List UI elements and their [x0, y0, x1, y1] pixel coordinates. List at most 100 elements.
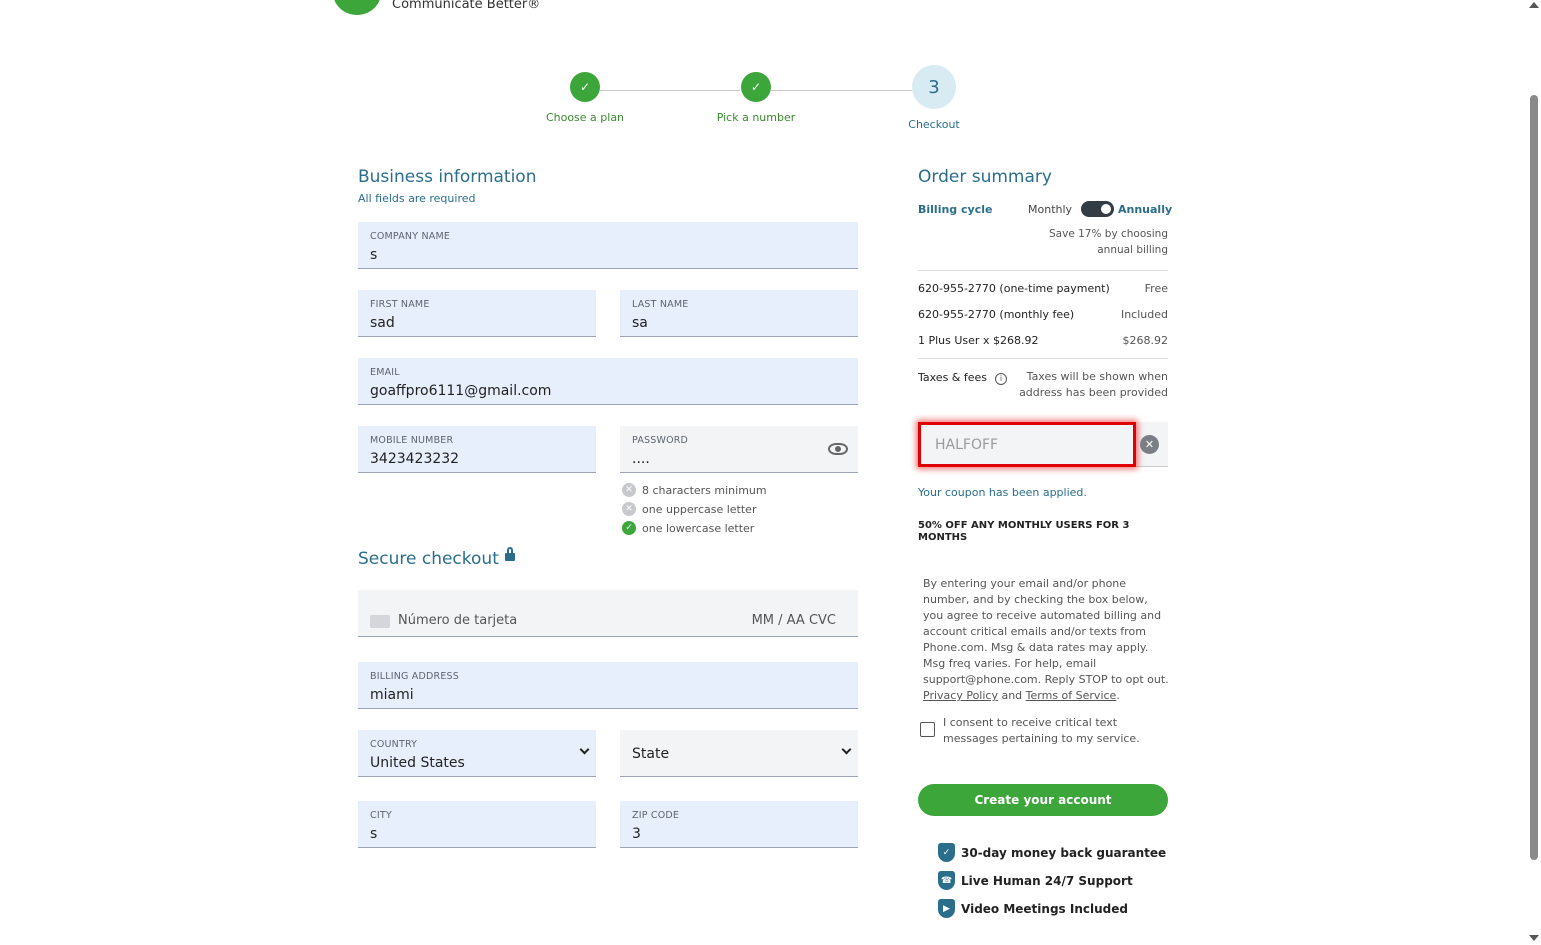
email-input[interactable]: goaffpro6111@gmail.com: [370, 383, 551, 399]
divider: [918, 270, 1168, 271]
country-select[interactable]: COUNTRY United States: [358, 730, 596, 777]
taxes-fees-text: Taxes & fees: [918, 371, 988, 384]
password-rule-text: 8 characters minimum: [642, 483, 767, 497]
required-note: All fields are required: [358, 192, 476, 205]
company-name-field[interactable]: COMPANY NAME s: [358, 222, 858, 269]
order-line-item: 620-955-2770 (monthly fee) Included: [918, 308, 1168, 321]
first-name-input[interactable]: sad: [370, 315, 395, 331]
annually-option[interactable]: Annually: [1118, 203, 1172, 216]
last-name-input[interactable]: sa: [632, 315, 648, 331]
password-rule-text: one uppercase letter: [642, 502, 757, 516]
privacy-policy-link[interactable]: Privacy Policy: [923, 689, 998, 702]
card-number-field[interactable]: Número de tarjeta MM / AA CVC: [358, 590, 858, 637]
zip-code-field[interactable]: ZIP CODE 3: [620, 801, 858, 848]
last-name-label: LAST NAME: [632, 299, 689, 310]
taxes-note-line-2: address has been provided: [1019, 386, 1168, 399]
email-field[interactable]: EMAIL goaffpro6111@gmail.com: [358, 358, 858, 405]
legal-disclaimer: By entering your email and/or phone numb…: [923, 577, 1169, 702]
company-name-label: COMPANY NAME: [370, 231, 451, 242]
city-field[interactable]: CITY s: [358, 801, 596, 848]
check-icon: ✓: [622, 521, 636, 535]
chevron-down-icon: [579, 744, 590, 755]
line-item-label: 620-955-2770 (one-time payment): [918, 282, 1110, 295]
password-rule: ✓ one lowercase letter: [622, 521, 754, 535]
logo-tagline: Communicate Better®: [392, 0, 541, 12]
perk-text: Live Human 24/7 Support: [961, 873, 1133, 888]
password-label: PASSWORD: [632, 435, 689, 446]
country-value: United States: [370, 755, 465, 771]
billing-cycle-label: Billing cycle: [918, 203, 993, 216]
step-2-label: Pick a number: [716, 111, 796, 124]
step-3-label: Checkout: [908, 118, 960, 131]
mobile-number-input[interactable]: 3423423232: [370, 451, 459, 467]
perk-item: ▶ Video Meetings Included: [938, 899, 1128, 918]
card-number-input[interactable]: Número de tarjeta: [398, 613, 517, 628]
step-2-check-icon: ✓: [741, 72, 771, 102]
clear-coupon-icon[interactable]: ✕: [1140, 435, 1159, 454]
billing-address-input[interactable]: miami: [370, 687, 414, 703]
zip-code-input[interactable]: 3: [632, 826, 641, 842]
save-note-line-1: Save 17% by choosing: [1049, 228, 1168, 240]
city-label: CITY: [370, 810, 392, 821]
coupon-applied-message: Your coupon has been applied.: [918, 486, 1087, 499]
billing-address-field[interactable]: BILLING ADDRESS miami: [358, 662, 858, 709]
password-field[interactable]: PASSWORD ....: [620, 426, 858, 473]
company-name-input[interactable]: s: [370, 247, 377, 263]
country-label: COUNTRY: [370, 739, 418, 750]
line-item-label: 1 Plus User x $268.92: [918, 334, 1039, 347]
consent-checkbox[interactable]: [920, 722, 935, 737]
divider: [918, 358, 1168, 359]
password-rule: ✕ one uppercase letter: [622, 502, 756, 516]
city-input[interactable]: s: [370, 826, 377, 842]
order-line-item: 620-955-2770 (one-time payment) Free: [918, 282, 1168, 295]
stepper-connector: [771, 90, 912, 91]
eye-icon[interactable]: [828, 443, 848, 455]
perk-item: ☎ Live Human 24/7 Support: [938, 871, 1133, 890]
perk-text: 30-day money back guarantee: [961, 845, 1167, 860]
scroll-up-icon[interactable]: [1529, 2, 1539, 8]
first-name-label: FIRST NAME: [370, 299, 430, 310]
coupon-field: ✕: [918, 422, 1168, 467]
terms-of-service-link[interactable]: Terms of Service: [1026, 689, 1117, 702]
shield-support-icon: ☎: [938, 871, 955, 890]
password-input[interactable]: ....: [632, 451, 650, 467]
coupon-input[interactable]: [918, 422, 1136, 467]
billing-address-label: BILLING ADDRESS: [370, 671, 459, 682]
email-label: EMAIL: [370, 367, 400, 378]
card-expiry-cvc[interactable]: MM / AA CVC: [752, 613, 836, 628]
password-rule: ✕ 8 characters minimum: [622, 483, 767, 497]
order-summary-title: Order summary: [918, 167, 1052, 187]
mobile-number-field[interactable]: MOBILE NUMBER 3423423232: [358, 426, 596, 473]
zip-code-label: ZIP CODE: [632, 810, 680, 821]
stepper-connector: [600, 90, 740, 91]
scrollbar[interactable]: [1527, 0, 1541, 945]
perk-item: ✓ 30-day money back guarantee: [938, 843, 1166, 862]
taxes-fees-label: Taxes & fees i: [918, 371, 1008, 385]
monthly-option[interactable]: Monthly: [1028, 203, 1072, 216]
scroll-down-icon[interactable]: [1529, 935, 1539, 941]
order-line-item: 1 Plus User x $268.92 $268.92: [918, 334, 1168, 347]
line-item-value: $268.92: [1122, 334, 1169, 347]
scrollbar-thumb[interactable]: [1530, 95, 1538, 860]
secure-checkout-title: Secure checkout: [358, 547, 515, 569]
line-item-label: 620-955-2770 (monthly fee): [918, 308, 1075, 321]
consent-label: I consent to receive critical text messa…: [943, 716, 1140, 745]
billing-cycle-toggle[interactable]: [1081, 201, 1114, 217]
last-name-field[interactable]: LAST NAME sa: [620, 290, 858, 337]
first-name-field[interactable]: FIRST NAME sad: [358, 290, 596, 337]
save-note-line-2: annual billing: [1097, 244, 1168, 256]
info-icon[interactable]: i: [995, 373, 1008, 385]
create-account-button[interactable]: Create your account: [918, 784, 1168, 816]
perk-text: Video Meetings Included: [961, 901, 1128, 916]
promo-description: 50% OFF ANY MONTHLY USERS FOR 3 MONTHS: [918, 520, 1130, 543]
state-select[interactable]: State: [620, 730, 858, 777]
shield-video-icon: ▶: [938, 899, 955, 918]
line-item-value: Free: [1144, 282, 1168, 295]
state-value: State: [632, 746, 670, 762]
business-info-title: Business information: [358, 167, 537, 187]
line-item-value: Included: [1120, 308, 1168, 321]
x-icon: ✕: [622, 483, 636, 497]
checkout-page: Communicate Better® ✓ Choose a plan ✓ Pi…: [0, 0, 1541, 945]
step-3-number: 3: [912, 65, 956, 109]
taxes-note-line-1: Taxes will be shown when: [1026, 370, 1168, 383]
